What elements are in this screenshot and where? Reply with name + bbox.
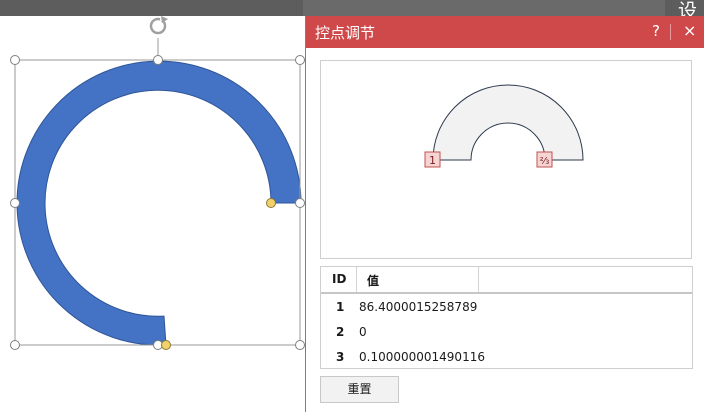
adjust-handles[interactable] — [161, 198, 276, 350]
reset-button[interactable]: 重置 — [320, 376, 399, 403]
help-button[interactable]: ? — [652, 22, 660, 40]
rotate-handle-icon[interactable] — [149, 16, 168, 35]
resize-handle-top-right — [295, 55, 305, 65]
table-row[interactable]: 2 0 — [321, 320, 692, 345]
row-value[interactable]: 0.100000001490116 — [359, 350, 485, 364]
row-id: 1 — [336, 300, 345, 314]
column-divider — [356, 267, 357, 292]
row-value[interactable]: 0 — [359, 325, 367, 339]
close-button[interactable]: × — [683, 21, 696, 40]
preview-block-arc — [432, 84, 584, 161]
adjust-handle-panel: 控点调节 ? × 1 ⅔ ID 值 1 86.4000015258789 2 0… — [305, 16, 704, 412]
shape-preview: 1 ⅔ — [320, 60, 692, 259]
preview-diagram: 1 ⅔ — [424, 84, 584, 168]
adjust-values-table: ID 值 1 86.4000015258789 2 0 3 0.10000000… — [320, 266, 693, 369]
column-divider — [478, 267, 479, 292]
row-value[interactable]: 86.4000015258789 — [359, 300, 477, 314]
table-row[interactable]: 3 0.100000001490116 — [321, 345, 692, 370]
ribbon-segment — [303, 0, 665, 16]
preview-marker-2[interactable]: ⅔ — [536, 151, 553, 168]
resize-handle-top-left — [10, 55, 20, 65]
ribbon-bar: 设置 — [0, 0, 704, 49]
block-arc-shape[interactable] — [16, 60, 302, 346]
header-divider — [670, 24, 671, 40]
panel-header: 控点调节 ? × — [306, 16, 704, 48]
adjust-handle-inner — [266, 198, 276, 208]
resize-handle-bottom-left — [10, 340, 20, 350]
resize-handle-right — [295, 198, 305, 208]
row-id: 2 — [336, 325, 345, 339]
row-id: 3 — [336, 350, 345, 364]
resize-handle-top — [153, 55, 163, 65]
slide-canvas[interactable] — [0, 16, 306, 412]
table-row[interactable]: 1 86.4000015258789 — [321, 295, 692, 320]
resize-handles[interactable] — [10, 55, 305, 350]
adjust-handle-angle — [161, 340, 171, 350]
resize-handle-bottom-right — [295, 340, 305, 350]
column-header-id[interactable]: ID — [332, 272, 346, 286]
svg-text:⅔: ⅔ — [540, 156, 550, 167]
block-arc-shape-layer[interactable] — [0, 16, 306, 412]
panel-title: 控点调节 — [315, 24, 376, 42]
svg-text:1: 1 — [429, 154, 436, 167]
preview-marker-1[interactable]: 1 — [424, 151, 441, 168]
resize-handle-left — [10, 198, 20, 208]
table-header: ID 值 — [321, 267, 692, 294]
column-header-value[interactable]: 值 — [367, 272, 379, 289]
